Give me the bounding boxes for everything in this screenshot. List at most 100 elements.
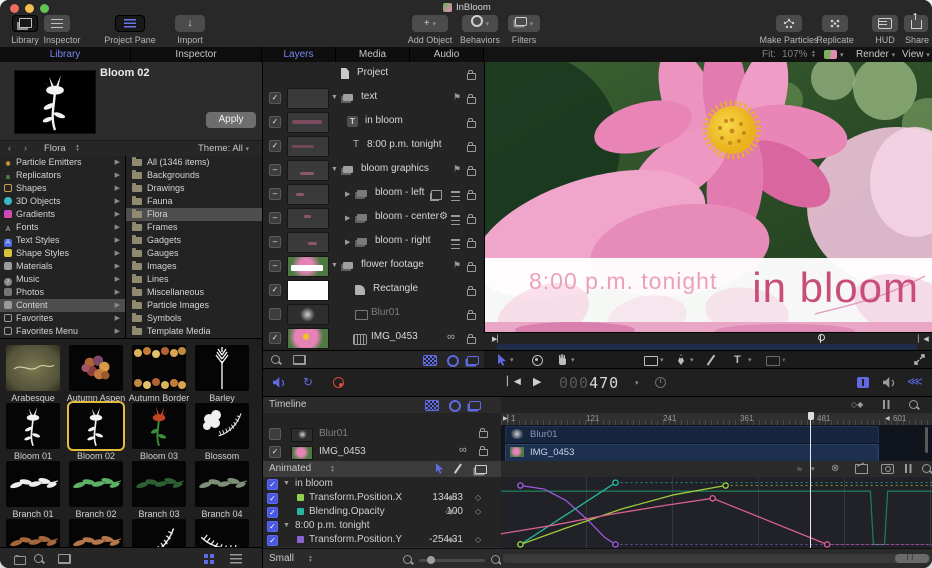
show-masks-icon[interactable] <box>425 400 439 411</box>
thumb-row4-2[interactable] <box>69 519 123 548</box>
timecode-caret[interactable]: ▾ <box>635 379 639 387</box>
folder-flora[interactable]: Flora <box>126 208 262 221</box>
layer-row-flower-footage[interactable]: ▼ flower footage ⚑ <box>263 254 485 279</box>
render-menu[interactable]: Render ▾ <box>856 49 895 60</box>
layer-checkbox[interactable] <box>269 260 281 272</box>
mask-tool-caret[interactable]: ▾ <box>782 356 786 364</box>
track-header-blur01[interactable]: Blur01 <box>263 425 501 444</box>
bezier-tool-icon[interactable] <box>676 354 686 366</box>
thumb-branch-04[interactable] <box>195 461 249 507</box>
filmstrip-view-icon[interactable] <box>857 377 869 388</box>
transform-3d-tool-icon[interactable] <box>532 355 543 366</box>
folder-lines[interactable]: Lines <box>126 273 262 286</box>
folder-template-media[interactable]: Template Media <box>126 325 262 338</box>
make-particles-button[interactable] <box>776 15 802 32</box>
category-favorites-menu[interactable]: Favorites Menu▶ <box>0 325 125 338</box>
layer-row-project[interactable]: Project <box>263 62 485 87</box>
behaviors-button[interactable]: ▾ <box>462 15 498 32</box>
snapshot-camera-icon[interactable] <box>881 464 894 474</box>
clear-curve-icon[interactable]: ⊗ <box>831 463 839 474</box>
category-fonts[interactable]: AFonts▶ <box>0 221 125 234</box>
track-header-img0453[interactable]: IMG_0453 ∞ <box>263 443 501 462</box>
disclosure-open-icon[interactable]: ▼ <box>283 522 290 529</box>
expand-view-icon[interactable] <box>914 354 925 365</box>
lock-icon[interactable] <box>467 337 476 344</box>
kf-checkbox[interactable] <box>267 535 278 546</box>
zoom-in-icon[interactable] <box>491 555 500 564</box>
show-behaviors-icon[interactable] <box>447 355 459 367</box>
waveform-caret[interactable]: ▾ <box>811 465 815 473</box>
nav-stepper[interactable]: ▲▼ <box>74 144 81 152</box>
nav-forward-icon[interactable]: › <box>24 143 27 153</box>
canvas-mini-timeline[interactable]: ▶▏ ▏◀ <box>484 332 932 351</box>
flag-icon[interactable]: ⚑ <box>453 92 461 103</box>
search-icon[interactable] <box>34 554 43 563</box>
audio-waveform-icon[interactable]: ≈ <box>797 464 802 474</box>
graph-zoom-slider[interactable] <box>419 559 485 562</box>
folder-drawings[interactable]: Drawings <box>126 182 262 195</box>
hud-button[interactable] <box>872 15 898 32</box>
thumb-bloom-01[interactable] <box>6 403 60 449</box>
play-button[interactable]: ▶ <box>533 375 541 388</box>
layer-row-text-group[interactable]: ▼ text ⚑ <box>263 86 485 111</box>
loop-range-icon[interactable]: ⋘ <box>907 375 923 388</box>
keyframe-toggle-icon[interactable]: ◇◆ <box>851 400 863 409</box>
layer-row-img0453[interactable]: IMG_0453 ∞ <box>263 326 485 351</box>
replicate-button[interactable] <box>822 15 848 32</box>
hand-tool-caret[interactable]: ▾ <box>571 356 575 364</box>
lock-icon[interactable] <box>467 217 476 224</box>
timeline-hscroll[interactable]: ▏▏ <box>501 548 932 568</box>
keyframe-nav-icon[interactable]: ‹◆› <box>445 507 456 516</box>
lock-icon[interactable] <box>467 241 476 248</box>
zoom-stepper[interactable]: ▲▼ <box>810 50 817 58</box>
preview-toggle-icon[interactable] <box>58 554 71 564</box>
thumb-barley[interactable] <box>195 345 249 391</box>
timer-icon[interactable] <box>655 377 666 388</box>
layer-checkbox[interactable] <box>269 284 281 296</box>
hand-tool-icon[interactable] <box>557 354 568 366</box>
thumb-arabesque[interactable] <box>6 345 60 391</box>
mask-tool-icon[interactable] <box>766 356 780 366</box>
thumb-branch-03[interactable] <box>132 461 186 507</box>
play-range-start-icon[interactable]: ▶▏ <box>492 335 503 343</box>
timeline-playhead[interactable] <box>810 413 811 548</box>
add-keyframe-icon[interactable]: ◇ <box>475 535 481 544</box>
playhead-handle[interactable] <box>808 412 814 420</box>
mini-playhead[interactable] <box>820 334 821 343</box>
folder-images[interactable]: Images <box>126 260 262 273</box>
folder-miscellaneous[interactable]: Miscellaneous <box>126 286 262 299</box>
kf-group-in-bloom[interactable]: ▼ in bloom <box>263 477 501 492</box>
show-filters-icon[interactable] <box>469 401 481 410</box>
category-gradients[interactable]: Gradients▶ <box>0 208 125 221</box>
folder-symbols[interactable]: Symbols <box>126 312 262 325</box>
library-toggle-button[interactable] <box>12 15 38 32</box>
preview-thumbnail[interactable] <box>14 70 96 134</box>
track-checkbox[interactable] <box>269 428 281 440</box>
share-button[interactable] <box>904 15 928 32</box>
show-behaviors-icon[interactable] <box>449 400 461 412</box>
zoom-tool-icon[interactable] <box>909 400 918 409</box>
lock-icon[interactable] <box>467 145 476 152</box>
add-object-button[interactable]: + ▾ <box>412 15 448 32</box>
layer-checkbox[interactable] <box>269 308 281 320</box>
thumb-branch-01[interactable] <box>6 461 60 507</box>
tab-library[interactable]: Library <box>0 47 131 62</box>
layer-checkbox[interactable] <box>269 188 281 200</box>
layer-checkbox[interactable] <box>269 164 281 176</box>
link-icon[interactable]: ∞ <box>459 444 467 456</box>
zoom-window-button[interactable] <box>40 4 49 13</box>
show-filters-icon[interactable] <box>467 356 479 365</box>
category-text-styles[interactable]: AText Styles▶ <box>0 234 125 247</box>
disclosure-closed-icon[interactable]: ▶ <box>345 214 350 222</box>
import-button[interactable]: ↓ <box>175 15 205 32</box>
disclosure-closed-icon[interactable]: ▶ <box>345 238 350 246</box>
inspector-toggle-button[interactable] <box>44 15 70 32</box>
layer-row-bloom-right[interactable]: ▶ bloom - right <box>263 230 485 255</box>
track-vscrollbar[interactable] <box>925 427 928 453</box>
filters-button[interactable]: ▾ <box>508 15 540 32</box>
filmstrip-toggle-icon[interactable] <box>293 355 306 365</box>
thumb-autumn-aspen[interactable] <box>69 345 123 391</box>
canvas-viewport[interactable]: 8:00 p.m. tonight in bloom <box>484 62 932 332</box>
layer-row-bloom-left[interactable]: ▶ bloom - left <box>263 182 485 207</box>
new-folder-icon[interactable] <box>14 556 26 565</box>
